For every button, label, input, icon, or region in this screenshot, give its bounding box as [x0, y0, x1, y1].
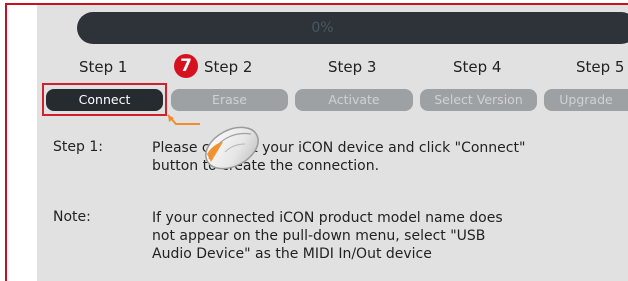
screenshot-page: 0% Step 1 Step 2 Step 3 Step 4 Step 5 Co… — [0, 0, 628, 281]
red-outline-frame — [5, 3, 628, 281]
